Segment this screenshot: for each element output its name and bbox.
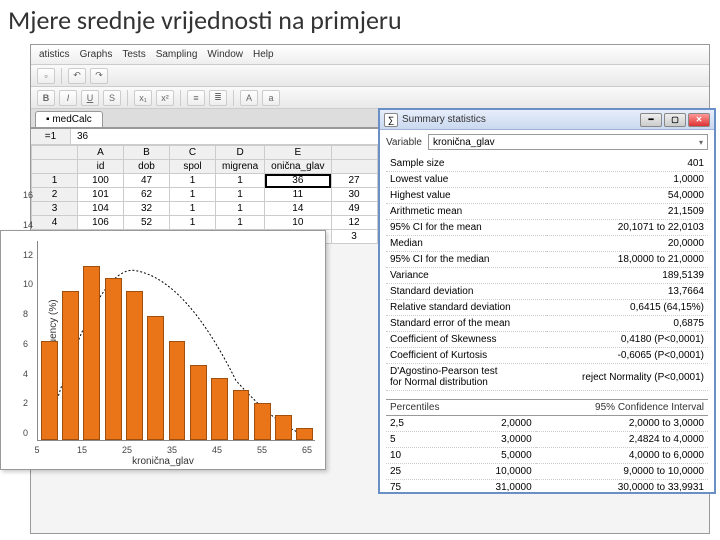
percentile-row: 53,00002,4824 to 4,0000 (386, 432, 708, 448)
stats-icon: ∑ (384, 113, 398, 127)
y-tick: 10 (23, 279, 33, 289)
percentile-table: Percentiles 95% Confidence Interval 2,52… (386, 399, 708, 492)
slide-title: Mjere srednje vrijednosti na primjeru (0, 0, 720, 42)
undo-icon[interactable]: ↶ (68, 68, 86, 84)
font-large-icon[interactable]: A (240, 90, 258, 106)
y-tick: 12 (23, 250, 33, 260)
stat-row: Standard error of the mean0,6875 (386, 316, 708, 332)
menu-tests[interactable]: Tests (122, 49, 145, 60)
histogram-bar (190, 365, 207, 440)
x-axis-label: kronična_glav (132, 456, 194, 467)
align-left-icon[interactable]: ≡ (187, 90, 205, 106)
maximize-button[interactable]: ▢ (664, 113, 686, 127)
x-tick: 15 (77, 445, 87, 455)
stat-row: Coefficient of Skewness0,4180 (P<0,0001) (386, 332, 708, 348)
redo-icon[interactable]: ↷ (90, 68, 108, 84)
menu-help[interactable]: Help (253, 49, 274, 60)
summary-titlebar[interactable]: ∑ Summary statistics ━ ▢ ✕ (380, 110, 714, 130)
stat-row: Median20,0000 (386, 236, 708, 252)
stat-row: Lowest value1,0000 (386, 172, 708, 188)
stat-row: Coefficient of Kurtosis-0,6065 (P<0,0001… (386, 348, 708, 364)
italic-icon[interactable]: I (59, 90, 77, 106)
x-tick: 35 (167, 445, 177, 455)
stat-row: 95% CI for the mean20,1071 to 22,0103 (386, 220, 708, 236)
menu-bar: atistics Graphs Tests Sampling Window He… (31, 45, 709, 65)
selected-cell[interactable]: 36 (265, 174, 331, 188)
strike-icon[interactable]: S (103, 90, 121, 106)
percentile-row: 7531,000030,0000 to 33,9931 (386, 480, 708, 493)
summary-body: Variable kronična_glav ▾ Sample size401L… (380, 130, 714, 492)
histogram-bar (233, 390, 250, 440)
menu-statistics[interactable]: atistics (39, 49, 70, 60)
y-tick: 16 (23, 190, 33, 200)
summary-window: ∑ Summary statistics ━ ▢ ✕ Variable kron… (378, 108, 716, 494)
stat-row: D'Agostino-Pearson test for Normal distr… (386, 364, 708, 391)
plot-area (37, 241, 315, 441)
table-row[interactable]: 110047113627 (32, 174, 378, 188)
chevron-down-icon: ▾ (699, 138, 703, 147)
toolbar-format: B I U S x₁ x² ≡ ≣ A a (31, 87, 709, 109)
x-tick: 5 (34, 445, 39, 455)
histogram-bar (83, 266, 100, 440)
y-tick: 2 (23, 398, 28, 408)
minimize-button[interactable]: ━ (640, 113, 662, 127)
statistics-table: Sample size401Lowest value1,0000Highest … (386, 156, 708, 391)
stat-row: 95% CI for the median18,0000 to 21,0000 (386, 252, 708, 268)
stat-row: Variance189,5139 (386, 268, 708, 284)
y-tick: 4 (23, 369, 28, 379)
histogram-bar (296, 428, 313, 440)
menu-sampling[interactable]: Sampling (156, 49, 198, 60)
histogram-bar (41, 341, 58, 441)
tab-medcalc[interactable]: ▪ medCalc (35, 111, 103, 127)
new-icon[interactable]: ▫ (37, 68, 55, 84)
font-small-icon[interactable]: a (262, 90, 280, 106)
y-tick: 0 (23, 428, 28, 438)
stat-row: Highest value54,0000 (386, 188, 708, 204)
x-tick: 55 (257, 445, 267, 455)
tab-label: medCalc (52, 114, 91, 125)
stat-row: Standard deviation13,7664 (386, 284, 708, 300)
bold-icon[interactable]: B (37, 90, 55, 106)
percentile-header: Percentiles 95% Confidence Interval (386, 400, 708, 416)
histogram-bar (169, 341, 186, 441)
field-header-row: iddobspol migrenaonična_glav (32, 160, 378, 174)
table-row[interactable]: 210162111130 (32, 188, 378, 202)
stat-row: Sample size401 (386, 156, 708, 172)
percentile-row: 2510,00009,0000 to 10,0000 (386, 464, 708, 480)
x-tick: 45 (212, 445, 222, 455)
histogram-bar (126, 291, 143, 440)
table-row[interactable]: 410652111012 (32, 216, 378, 230)
histogram-bar (147, 316, 164, 440)
y-tick: 14 (23, 220, 33, 230)
menu-graphs[interactable]: Graphs (80, 49, 113, 60)
stat-row: Arithmetic mean21,1509 (386, 204, 708, 220)
histogram-bar (105, 278, 122, 440)
toolbar-main: ▫ ↶ ↷ (31, 65, 709, 87)
variable-value: kronična_glav (433, 137, 495, 148)
stat-row: Relative standard deviation0,6415 (64,15… (386, 300, 708, 316)
histogram-bar (254, 403, 271, 440)
x-tick: 25 (122, 445, 132, 455)
col-header-row: ABC DE (32, 146, 378, 160)
align-center-icon[interactable]: ≣ (209, 90, 227, 106)
close-button[interactable]: ✕ (688, 113, 710, 127)
y-tick: 6 (23, 339, 28, 349)
histogram-bar (62, 291, 79, 440)
cell-reference[interactable]: =1 (31, 129, 71, 144)
variable-label: Variable (386, 137, 422, 148)
superscript-icon[interactable]: x² (156, 90, 174, 106)
summary-title: Summary statistics (402, 114, 640, 125)
subscript-icon[interactable]: x₁ (134, 90, 152, 106)
histogram-bar (211, 378, 228, 440)
histogram-panel: Relative frequency (%) kronična_glav 024… (0, 230, 326, 470)
y-tick: 8 (23, 309, 28, 319)
table-row[interactable]: 310432111449 (32, 202, 378, 216)
underline-icon[interactable]: U (81, 90, 99, 106)
menu-window[interactable]: Window (207, 49, 243, 60)
x-tick: 65 (302, 445, 312, 455)
percentile-row: 105,00004,0000 to 6,0000 (386, 448, 708, 464)
histogram-bar (275, 415, 292, 440)
percentile-row: 2,52,00002,0000 to 3,0000 (386, 416, 708, 432)
variable-select[interactable]: kronična_glav ▾ (428, 134, 708, 150)
